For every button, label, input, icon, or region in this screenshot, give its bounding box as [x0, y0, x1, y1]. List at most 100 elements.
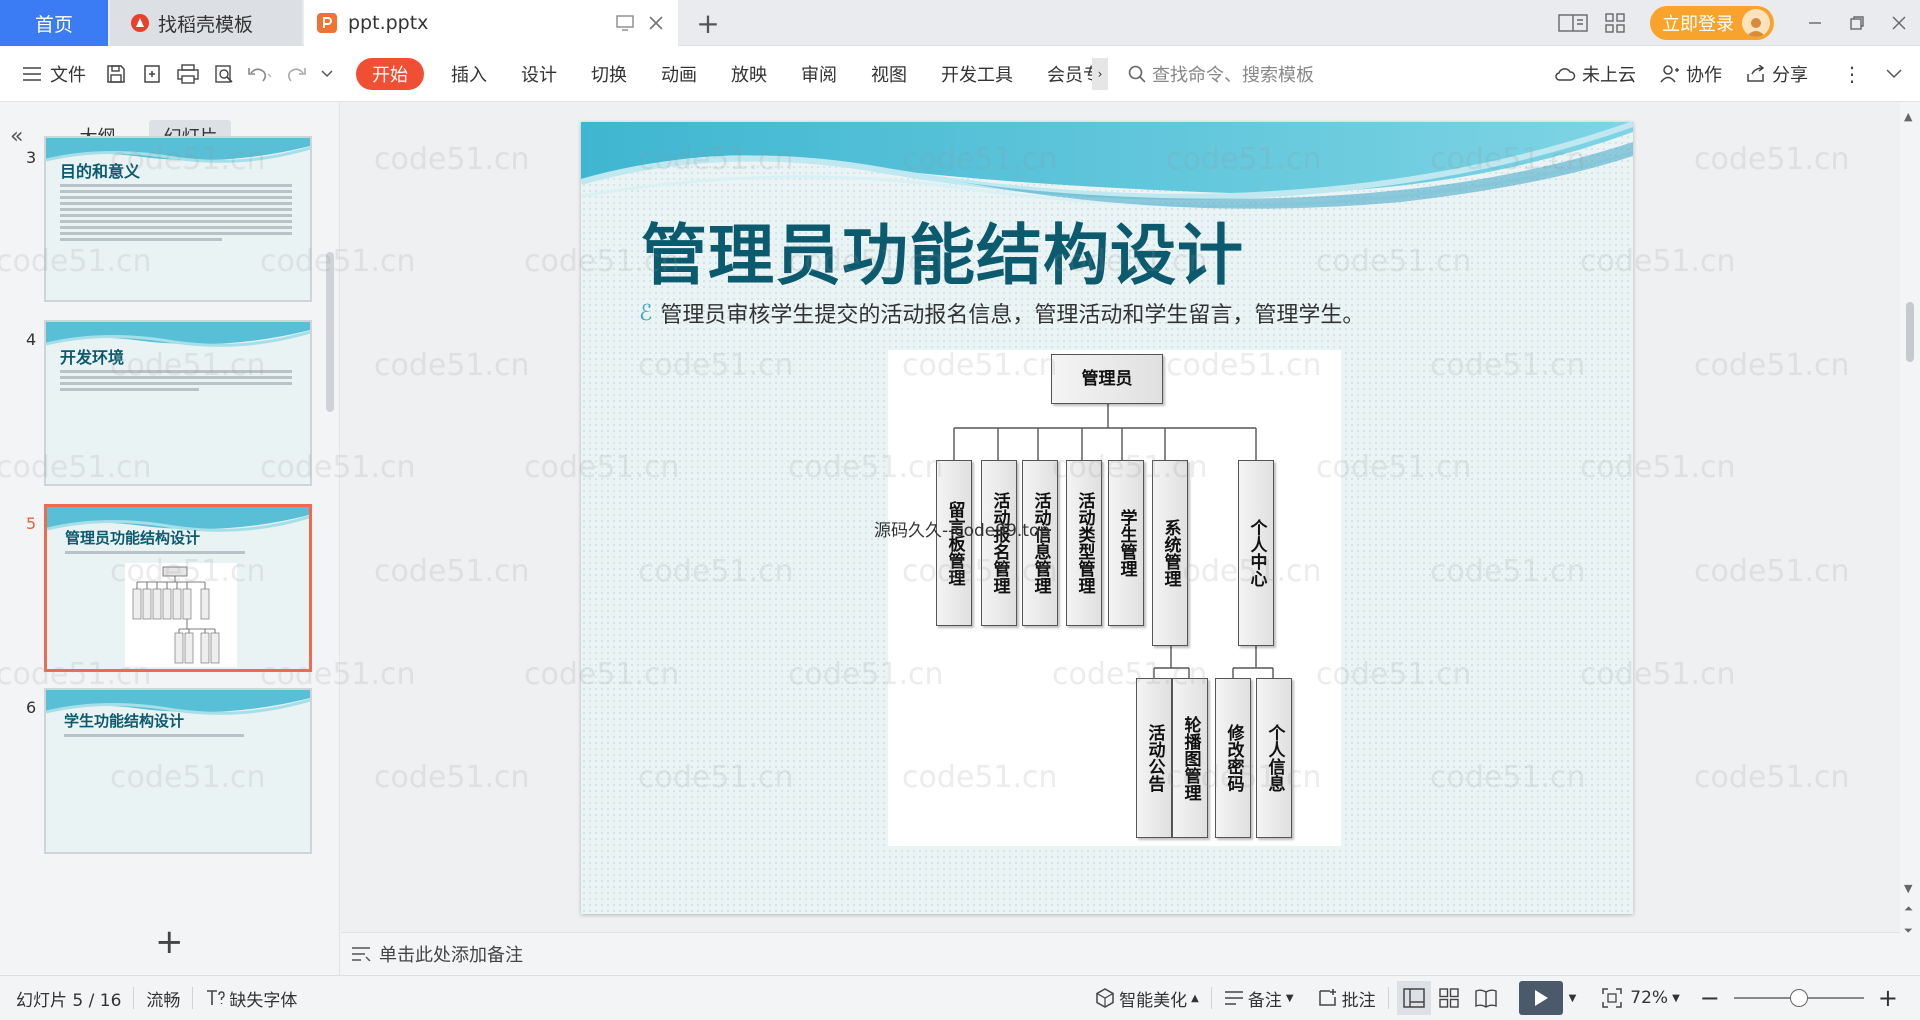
slide-sorter-icon[interactable]: [1431, 988, 1467, 1008]
org-node-student[interactable]: 学生管理: [1108, 460, 1144, 626]
monitor-icon[interactable]: [616, 15, 634, 31]
thumbnail-text-lines: [60, 184, 292, 244]
org-node-change-password[interactable]: 修改密码: [1215, 678, 1251, 838]
close-window-icon[interactable]: [1878, 15, 1920, 31]
org-node-message-board[interactable]: 留言板管理: [936, 460, 972, 626]
restore-icon[interactable]: [1836, 15, 1878, 31]
org-node-activity-info[interactable]: 活动信息管理: [1022, 460, 1058, 626]
normal-view-icon[interactable]: [1396, 981, 1431, 1015]
menu-start[interactable]: 开始: [356, 57, 424, 90]
org-chart[interactable]: 管理员 留言板管理 活动报名管理 活动信息管理 活动类型管理 学生管理 系统管理…: [888, 350, 1341, 846]
menu-slideshow[interactable]: 放映: [714, 61, 784, 87]
play-slideshow-button[interactable]: [1518, 981, 1563, 1015]
next-slide-icon[interactable]: ⏷: [1904, 924, 1913, 938]
login-button[interactable]: 立即登录: [1650, 6, 1774, 40]
scroll-up-icon[interactable]: ▲: [1904, 110, 1912, 123]
org-node-root[interactable]: 管理员: [1051, 354, 1163, 404]
menu-review[interactable]: 审阅: [784, 61, 854, 87]
org-node-personal-center[interactable]: 个人中心: [1238, 460, 1274, 646]
tab-file[interactable]: ppt.pptx: [304, 0, 678, 46]
share-button[interactable]: 分享: [1746, 61, 1808, 87]
minimize-icon[interactable]: [1794, 15, 1836, 31]
play-icon: [1534, 990, 1548, 1006]
org-node-activity-registration[interactable]: 活动报名管理: [981, 460, 1017, 626]
org-node-activity-type[interactable]: 活动类型管理: [1066, 460, 1102, 626]
comments-button[interactable]: 批注: [1306, 986, 1388, 1011]
zoom-slider-knob[interactable]: [1789, 989, 1808, 1007]
tab-home[interactable]: 首页: [0, 0, 108, 46]
zoom-in-icon[interactable]: +: [1870, 984, 1920, 1012]
slide[interactable]: 管理员功能结构设计 ℰ 管理员审核学生提交的活动报名信息，管理活动和学生留言，管…: [581, 122, 1633, 914]
scroll-down-icon[interactable]: ▼: [1904, 882, 1912, 895]
avatar: [1742, 9, 1770, 37]
add-slide-button[interactable]: +: [155, 922, 184, 962]
slide-thumbnail-4[interactable]: 开发环境: [44, 320, 312, 486]
command-search-placeholder: 查找命令、搜索模板: [1152, 64, 1314, 86]
menu-view[interactable]: 视图: [854, 61, 924, 87]
quick-access-more-icon[interactable]: [314, 69, 340, 78]
menu-developer[interactable]: 开发工具: [924, 61, 1030, 87]
save-icon[interactable]: [98, 64, 134, 84]
beautify-button[interactable]: 智能美化 ▲: [1083, 986, 1211, 1011]
export-icon[interactable]: [134, 64, 170, 84]
tab-template[interactable]: 找稻壳模板: [110, 0, 302, 46]
zoom-fit-button[interactable]: 72% ▼: [1590, 988, 1692, 1008]
prev-slide-icon[interactable]: ⏶: [1904, 902, 1913, 916]
close-tab-icon[interactable]: [648, 15, 664, 31]
slide-thumbnail-3[interactable]: 目的和意义: [44, 136, 312, 302]
vertical-scrollbar[interactable]: ▲ ▼ ⏶ ⏷: [1900, 102, 1920, 975]
menu-member[interactable]: 会员专享: [1030, 61, 1092, 87]
missing-font-button[interactable]: 缺失字体: [193, 986, 309, 1011]
redo-icon[interactable]: [278, 64, 314, 84]
undo-icon[interactable]: [242, 64, 278, 84]
cloud-status-label: 未上云: [1582, 64, 1636, 86]
menu-transition[interactable]: 切换: [574, 61, 644, 87]
apps-grid-icon[interactable]: [1594, 13, 1636, 33]
notes-toggle[interactable]: 备注 ▼: [1212, 986, 1306, 1011]
beautify-icon: [1095, 988, 1115, 1008]
thumbnail-title: 学生功能结构设计: [64, 712, 185, 730]
notes-bar[interactable]: 单击此处添加备注: [341, 932, 1900, 975]
thumbnail-scrollbar[interactable]: [326, 252, 334, 412]
zoom-chevron-icon: ▼: [1672, 992, 1680, 1004]
collapse-ribbon-icon[interactable]: [1886, 68, 1902, 79]
collab-button[interactable]: 协作: [1660, 61, 1722, 87]
org-node-system[interactable]: 系统管理: [1152, 460, 1188, 646]
play-options-chevron-icon[interactable]: ▼: [1569, 993, 1577, 1004]
org-node-carousel[interactable]: 轮播图管理: [1172, 678, 1208, 838]
slide-bullet[interactable]: ℰ 管理员审核学生提交的活动报名信息，管理活动和学生留言，管理学生。: [639, 297, 1364, 329]
menu-insert[interactable]: 插入: [434, 61, 504, 87]
slide-thumbnail-6[interactable]: 学生功能结构设计: [44, 688, 312, 854]
menu-view-label: 视图: [871, 64, 907, 86]
thumbnail-number: 6: [26, 698, 37, 717]
collapse-panel-icon[interactable]: «: [10, 124, 23, 149]
new-tab-button[interactable]: +: [690, 0, 726, 46]
print-icon[interactable]: [170, 63, 206, 84]
cloud-status[interactable]: 未上云: [1554, 61, 1636, 87]
org-node-personal-info[interactable]: 个人信息: [1256, 678, 1292, 838]
share-label: 分享: [1772, 64, 1808, 86]
tab-template-label: 找稻壳模板: [158, 13, 254, 36]
layout-icon[interactable]: [1552, 13, 1594, 33]
thumbnail-org-chart: [125, 563, 237, 667]
file-menu[interactable]: 文件: [0, 61, 86, 87]
slide-thumbnail-5[interactable]: 管理员功能结构设计: [44, 504, 312, 672]
menu-animation[interactable]: 动画: [644, 61, 714, 87]
zoom-slider[interactable]: [1733, 989, 1864, 1007]
slide-title[interactable]: 管理员功能结构设计: [641, 202, 1244, 298]
notes-icon: [351, 946, 371, 962]
bullet-swirl-icon: ℰ: [639, 300, 653, 326]
menu-design[interactable]: 设计: [504, 61, 574, 87]
menu-member-label: 会员专享: [1047, 64, 1092, 86]
org-node-activity-announcement[interactable]: 活动公告: [1136, 678, 1172, 838]
search-icon: [1128, 65, 1146, 83]
scrollbar-thumb[interactable]: [1906, 302, 1914, 362]
print-preview-icon[interactable]: [206, 64, 242, 84]
ribbon-scroll-right-icon[interactable]: ›: [1092, 57, 1108, 90]
zoom-out-icon[interactable]: −: [1692, 984, 1728, 1012]
reading-view-icon[interactable]: [1467, 988, 1505, 1008]
more-options-icon[interactable]: ⋮: [1842, 62, 1862, 86]
menu-insert-label: 插入: [451, 64, 487, 86]
command-search[interactable]: 查找命令、搜索模板: [1128, 61, 1314, 87]
theme-name[interactable]: 流畅: [134, 986, 192, 1011]
